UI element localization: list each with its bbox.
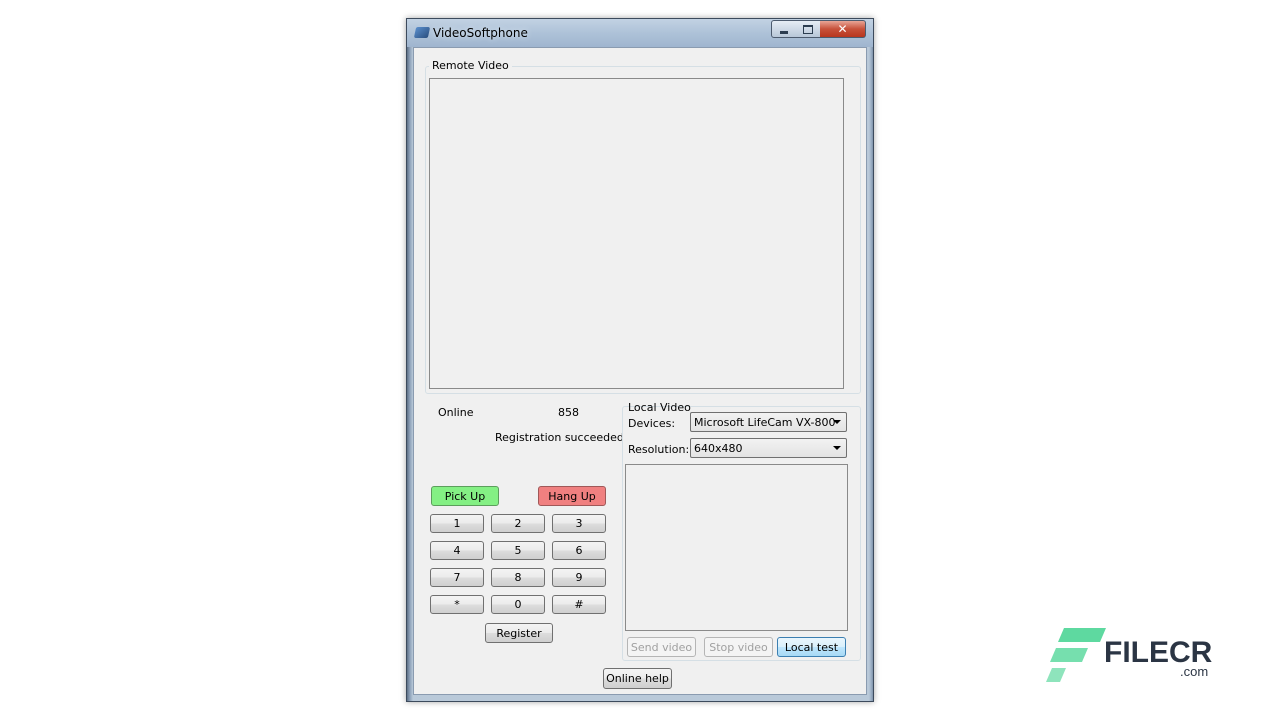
stop-video-button[interactable]: Stop video	[704, 637, 773, 657]
keypad-5-button[interactable]: 5	[491, 541, 545, 560]
window-title: VideoSoftphone	[433, 26, 528, 40]
minimize-icon	[780, 30, 788, 34]
pick-up-button[interactable]: Pick Up	[431, 486, 499, 506]
keypad-0-button[interactable]: 0	[491, 595, 545, 614]
devices-dropdown-value: Microsoft LifeCam VX-800	[694, 415, 836, 429]
keypad-6-button[interactable]: 6	[552, 541, 606, 560]
online-help-button[interactable]: Online help	[603, 668, 672, 689]
resolution-dropdown-value: 640x480	[694, 441, 743, 455]
keypad-8-button[interactable]: 8	[491, 568, 545, 587]
filecr-logo-icon	[1046, 628, 1106, 682]
keypad-4-button[interactable]: 4	[430, 541, 484, 560]
registration-status: Registration succeeded	[495, 431, 624, 444]
close-button[interactable]: ✕	[820, 20, 866, 38]
maximize-icon	[803, 24, 813, 34]
title-bar[interactable]: VideoSoftphone ✕	[407, 19, 873, 47]
keypad-7-button[interactable]: 7	[430, 568, 484, 587]
keypad-9-button[interactable]: 9	[552, 568, 606, 587]
keypad-2-button[interactable]: 2	[491, 514, 545, 533]
status-text: Online	[438, 406, 474, 419]
resolution-dropdown[interactable]: 640x480	[690, 438, 847, 458]
chevron-down-icon	[833, 420, 841, 424]
keypad-star-button[interactable]: *	[430, 595, 484, 614]
app-window: VideoSoftphone ✕ Remote Video Online 858…	[406, 18, 874, 702]
remote-video-label: Remote Video	[429, 59, 512, 72]
filecr-watermark: FILECR .com	[1046, 628, 1216, 684]
minimize-button[interactable]	[771, 20, 797, 38]
local-video-label: Local Video	[628, 401, 691, 414]
devices-label: Devices:	[628, 417, 676, 430]
close-icon: ✕	[837, 22, 848, 36]
keypad-3-button[interactable]: 3	[552, 514, 606, 533]
extension-number: 858	[558, 406, 579, 419]
maximize-button[interactable]	[796, 20, 821, 38]
register-button[interactable]: Register	[485, 623, 553, 643]
client-area: Remote Video Online 858 Registration suc…	[413, 47, 867, 695]
local-video-display	[625, 464, 848, 631]
chevron-down-icon	[833, 446, 841, 450]
keypad-1-button[interactable]: 1	[430, 514, 484, 533]
phone-app-icon	[413, 27, 431, 38]
hang-up-button[interactable]: Hang Up	[538, 486, 606, 506]
local-test-button[interactable]: Local test	[777, 637, 846, 657]
remote-video-display	[429, 78, 844, 389]
devices-dropdown[interactable]: Microsoft LifeCam VX-800	[690, 412, 847, 432]
resolution-label: Resolution:	[628, 443, 690, 456]
send-video-button[interactable]: Send video	[627, 637, 696, 657]
keypad-hash-button[interactable]: #	[552, 595, 606, 614]
watermark-suffix: .com	[1180, 664, 1209, 679]
